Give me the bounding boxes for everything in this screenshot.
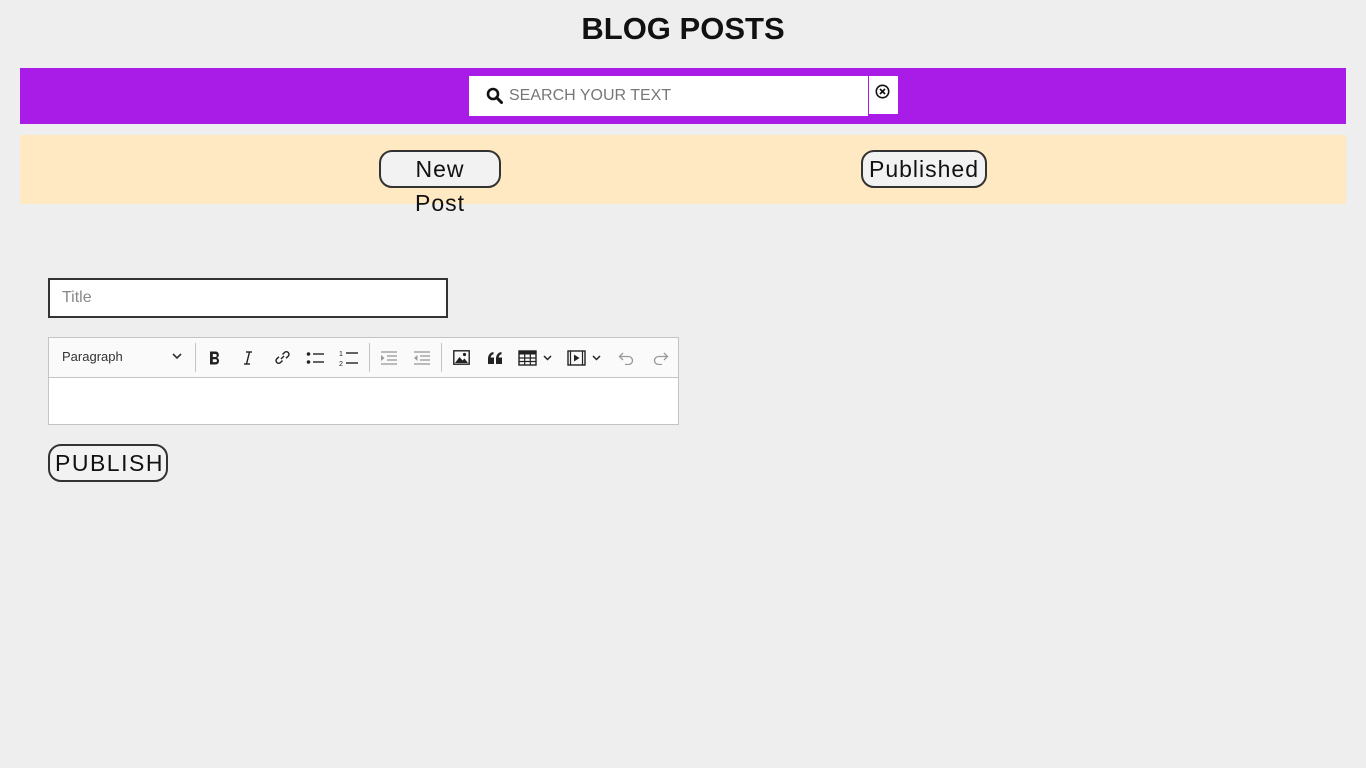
rich-text-editor: Paragraph 1 2 — [48, 337, 679, 425]
bold-icon — [210, 350, 219, 364]
outdent-button[interactable] — [374, 343, 404, 372]
link-button[interactable] — [267, 343, 297, 372]
block-quote-button[interactable] — [480, 343, 510, 372]
page-title: BLOG POSTS — [581, 11, 785, 46]
svg-text:1: 1 — [339, 351, 343, 358]
editor-content-area[interactable] — [49, 378, 678, 424]
publish-button[interactable]: PUBLISH — [48, 444, 168, 482]
clear-search-button[interactable] — [869, 76, 898, 114]
indent-button[interactable] — [407, 343, 437, 372]
published-button[interactable]: Published — [861, 150, 987, 188]
italic-icon — [244, 350, 252, 365]
media-icon — [567, 349, 601, 366]
bold-button[interactable] — [200, 343, 230, 372]
heading-dropdown-label: Paragraph — [62, 349, 123, 364]
editor-toolbar: Paragraph 1 2 — [49, 338, 678, 378]
search-icon — [486, 87, 503, 104]
undo-button[interactable] — [611, 343, 641, 372]
heading-dropdown[interactable]: Paragraph — [55, 343, 187, 371]
toolbar-divider — [369, 343, 370, 372]
numbered-list-icon: 1 2 — [339, 351, 358, 367]
title-input[interactable] — [48, 278, 448, 318]
insert-table-button[interactable] — [513, 343, 559, 372]
outdent-icon — [381, 350, 397, 365]
chevron-down-icon — [172, 353, 182, 360]
table-icon — [518, 349, 552, 366]
search-input[interactable] — [509, 78, 861, 114]
insert-image-button[interactable] — [446, 343, 476, 372]
image-icon — [452, 350, 470, 365]
undo-icon — [618, 352, 633, 365]
quote-icon — [488, 351, 502, 364]
link-icon — [274, 351, 290, 364]
numbered-list-button[interactable]: 1 2 — [334, 343, 364, 372]
bulleted-list-icon — [306, 351, 324, 364]
close-circle-icon — [875, 84, 890, 99]
insert-media-button[interactable] — [562, 343, 608, 372]
svg-text:2: 2 — [339, 361, 343, 367]
new-post-button[interactable]: New Post — [379, 150, 501, 216]
bulleted-list-button[interactable] — [300, 343, 330, 372]
redo-icon — [653, 352, 668, 365]
toolbar-divider — [441, 343, 442, 372]
italic-button[interactable] — [233, 343, 263, 372]
redo-button[interactable] — [645, 343, 675, 372]
toolbar-divider — [195, 343, 196, 372]
nav-bar — [20, 135, 1346, 204]
indent-icon — [414, 350, 430, 365]
